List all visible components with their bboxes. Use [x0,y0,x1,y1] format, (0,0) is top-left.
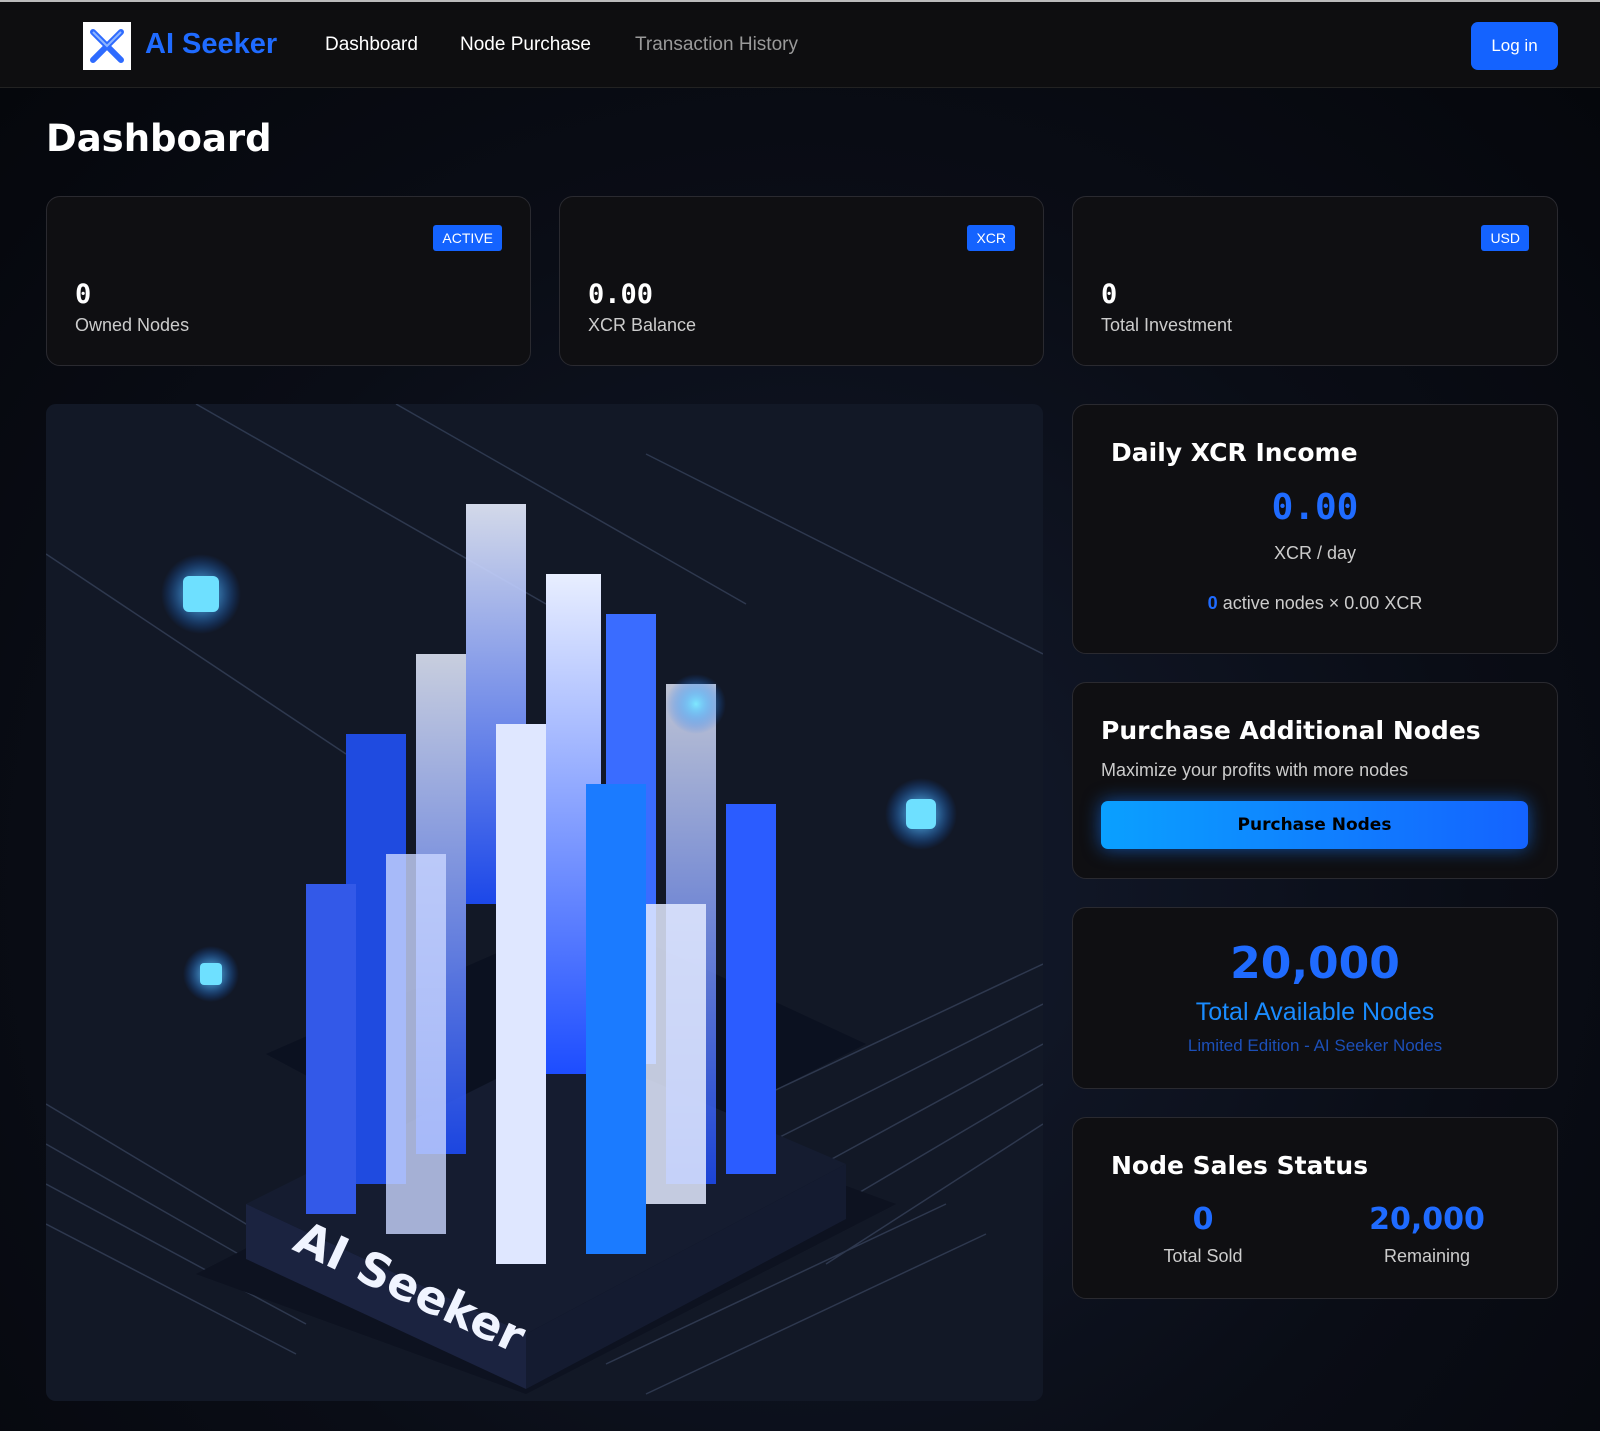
currency-badge: USD [1481,225,1529,251]
remaining-value: 20,000 [1369,1202,1485,1237]
total-investment-card: USD 0 Total Investment [1072,196,1558,366]
top-nav: AI Seeker Dashboard Node Purchase Transa… [0,0,1600,88]
xcr-balance-value: 0.00 [588,279,654,310]
available-nodes-title: Total Available Nodes [1195,998,1435,1026]
xcr-balance-label: XCR Balance [588,315,697,335]
owned-nodes-value: 0 [75,279,92,310]
available-nodes-value: 20,000 [1230,938,1400,989]
total-investment-value: 0 [1101,279,1118,310]
total-sold-value: 0 [1192,1202,1214,1237]
nav-dashboard[interactable]: Dashboard [325,34,418,56]
nav-transaction-history[interactable]: Transaction History [635,34,798,56]
sales-status-card: Node Sales Status 0 Total Sold 20,000 Re… [1072,1117,1558,1299]
sales-status-title: Node Sales Status [1111,1151,1369,1180]
purchase-subtitle: Maximize your profits with more nodes [1101,760,1409,780]
owned-nodes-label: Owned Nodes [75,315,190,335]
daily-income-card: Daily XCR Income 0.00 XCR / day 0 active… [1072,404,1558,654]
nav-node-purchase[interactable]: Node Purchase [460,34,591,56]
active-node-count: 0 [1207,593,1218,613]
available-nodes-subtitle: Limited Edition - AI Seeker Nodes [1187,1036,1443,1055]
remaining-label: Remaining [1383,1246,1471,1266]
daily-income-value: 0.00 [1271,487,1359,528]
available-nodes-card: 20,000 Total Available Nodes Limited Edi… [1072,907,1558,1089]
purchase-card: Purchase Additional Nodes Maximize your … [1072,682,1558,879]
daily-income-title: Daily XCR Income [1111,438,1358,467]
page-title: Dashboard [46,117,272,160]
login-button[interactable]: Log in [1471,22,1558,70]
currency-badge: XCR [967,225,1015,251]
purchase-title: Purchase Additional Nodes [1101,716,1481,745]
purchase-nodes-button[interactable]: Purchase Nodes [1101,801,1528,849]
formula-text: active nodes × 0.00 XCR [1222,593,1423,613]
owned-nodes-card: ACTIVE 0 Owned Nodes [46,196,531,366]
status-badge: ACTIVE [433,225,502,251]
xcr-balance-card: XCR 0.00 XCR Balance [559,196,1044,366]
daily-income-unit: XCR / day [1273,543,1357,563]
total-sold-label: Total Sold [1163,1246,1243,1266]
total-investment-label: Total Investment [1101,315,1233,335]
brand-name[interactable]: AI Seeker [145,28,277,61]
logo-icon[interactable] [83,22,131,70]
daily-income-formula: 0 active nodes × 0.00 XCR [1073,593,1557,614]
hero-illustration: AI Seeker [46,404,1043,1401]
